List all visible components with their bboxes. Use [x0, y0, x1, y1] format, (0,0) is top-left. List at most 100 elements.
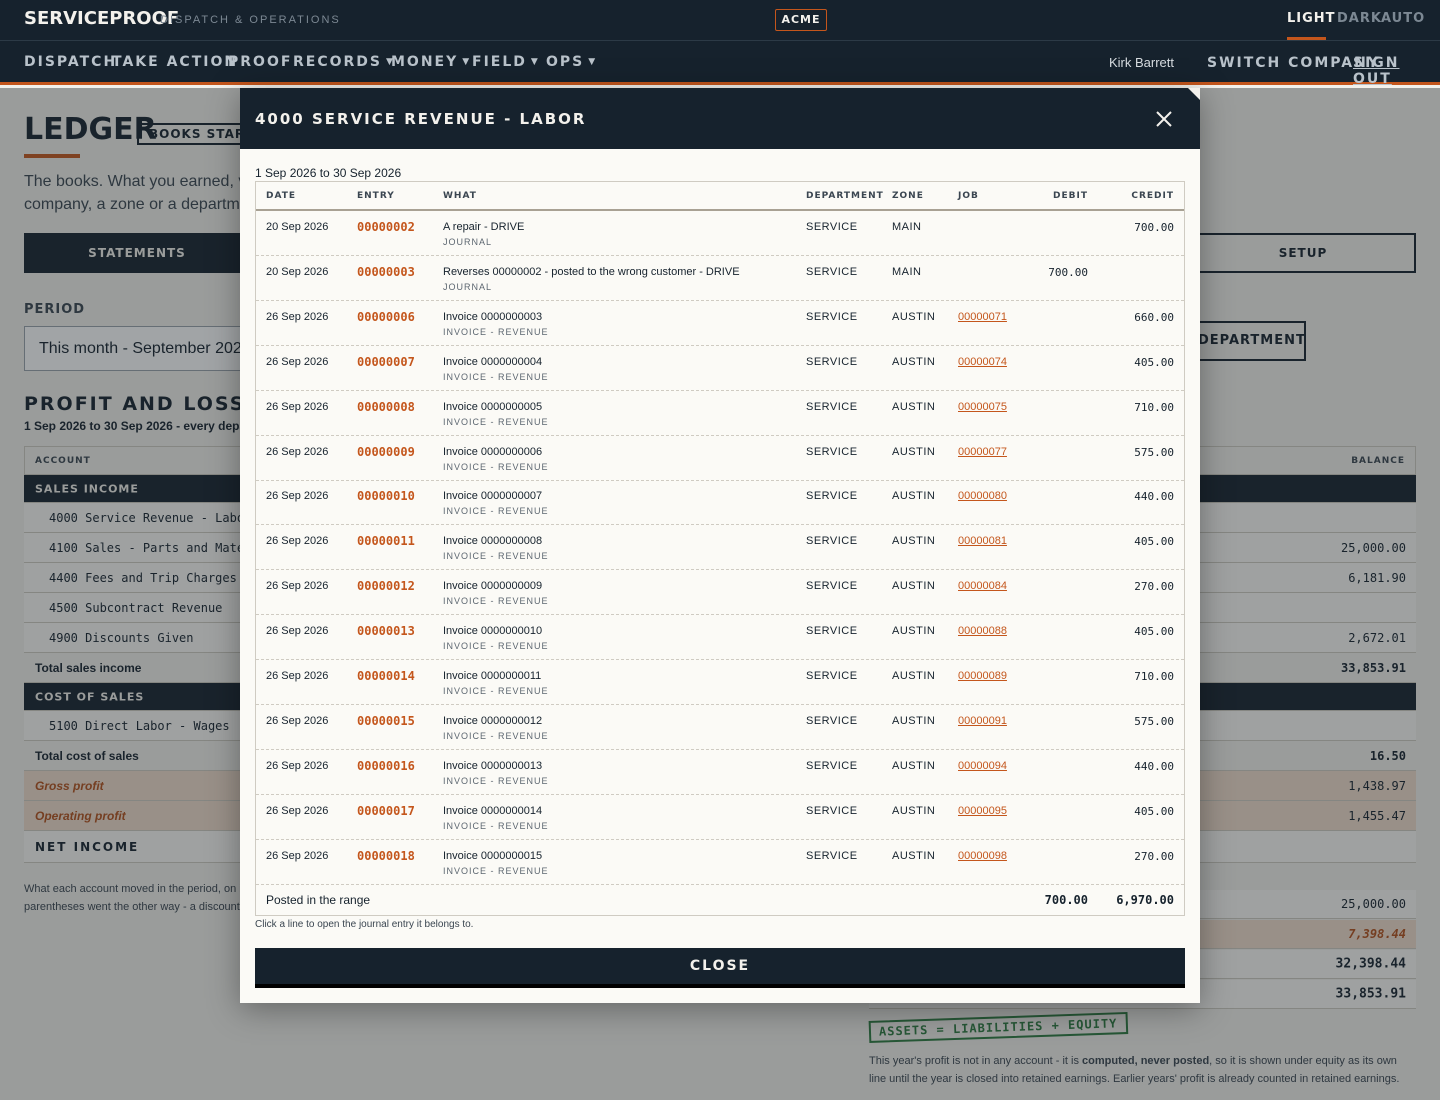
table-row[interactable]: 26 Sep 2026 00000016 Invoice 0000000013 INV… [256, 750, 1184, 795]
row-job-link[interactable]: 00000075 [958, 401, 1007, 413]
row-job-link[interactable]: 00000077 [958, 446, 1007, 458]
row-entry-link[interactable]: 00000003 [357, 265, 415, 279]
nav-take-action[interactable]: TAKE ACTION [112, 54, 238, 70]
row-date: 26 Sep 2026 [266, 310, 329, 323]
table-row[interactable]: 26 Sep 2026 00000015 Invoice 0000000012 INV… [256, 705, 1184, 750]
row-date: 26 Sep 2026 [266, 714, 329, 727]
nav-field[interactable]: FIELD ▼ [472, 54, 540, 70]
row-kind: INVOICE - REVENUE [443, 775, 549, 786]
row-job-link[interactable]: 00000091 [958, 715, 1007, 727]
row-department: SERVICE [806, 445, 858, 458]
nav-records[interactable]: RECORDS ▼ [293, 54, 395, 70]
row-kind: JOURNAL [443, 237, 493, 247]
row-job-link[interactable]: 00000088 [958, 625, 1007, 637]
main-nav: DISPATCH TAKE ACTION PROOF RECORDS ▼ MONE… [0, 41, 1440, 87]
nav-dispatch[interactable]: DISPATCH [24, 54, 117, 70]
row-entry-link[interactable]: 00000012 [357, 579, 415, 593]
account-detail-modal: 4000 SERVICE REVENUE - LABOR 1 Sep 2026 … [240, 88, 1200, 1003]
table-row[interactable]: 26 Sep 2026 00000010 Invoice 0000000007 INV… [256, 480, 1184, 526]
row-department: SERVICE [806, 535, 858, 548]
table-row[interactable]: 26 Sep 2026 00000012 Invoice 0000000009 INV… [256, 570, 1184, 616]
row-job-link[interactable]: 00000074 [958, 356, 1007, 368]
col-job: JOB [958, 191, 979, 201]
row-entry-link[interactable]: 00000006 [357, 310, 415, 324]
row-zone: AUSTIN [892, 445, 936, 458]
row-date: 26 Sep 2026 [266, 670, 329, 682]
nav-label: MONEY [391, 54, 459, 70]
table-row[interactable]: 26 Sep 2026 00000008 Invoice 0000000005 INV… [256, 391, 1184, 436]
theme-dark[interactable]: DARK [1337, 11, 1382, 26]
brand-logo[interactable]: SERVICEPROOF [24, 8, 179, 29]
col-debit: DEBIT [1053, 191, 1088, 201]
table-row[interactable]: 26 Sep 2026 00000011 Invoice 0000000008 INV… [256, 525, 1184, 571]
row-entry-link[interactable]: 00000007 [357, 355, 415, 369]
nav-money[interactable]: MONEY ▼ [391, 54, 471, 70]
row-department: SERVICE [806, 355, 858, 368]
modal-header: 4000 SERVICE REVENUE - LABOR [240, 88, 1200, 149]
table-row[interactable]: 26 Sep 2026 00000007 Invoice 0000000004 INV… [256, 346, 1184, 391]
row-entry-link[interactable]: 00000011 [357, 534, 415, 548]
row-entry-link[interactable]: 00000013 [357, 624, 415, 638]
table-row[interactable]: 26 Sep 2026 00000014 Invoice 0000000011 INV… [256, 660, 1184, 705]
theme-light[interactable]: LIGHT [1287, 11, 1336, 26]
row-credit: 405.00 [1134, 355, 1174, 369]
table-row[interactable]: 26 Sep 2026 00000018 Invoice 0000000015 INV… [256, 840, 1184, 885]
row-department: SERVICE [806, 400, 858, 413]
row-description: Invoice 0000000008 [443, 535, 543, 548]
row-entry-link[interactable]: 00000014 [357, 669, 415, 683]
row-zone: MAIN [892, 221, 922, 233]
row-department: SERVICE [806, 310, 858, 323]
nav-proof[interactable]: PROOF [228, 54, 292, 70]
row-entry-link[interactable]: 00000010 [357, 489, 415, 503]
row-job-link[interactable]: 00000080 [958, 490, 1007, 502]
row-entry-link[interactable]: 00000008 [357, 400, 415, 414]
table-row[interactable]: 20 Sep 2026 00000003 Reverses 00000002 - p… [256, 256, 1184, 301]
row-entry-link[interactable]: 00000002 [357, 220, 415, 234]
row-date: 26 Sep 2026 [266, 490, 329, 503]
nav-label: PROOF [228, 54, 293, 70]
theme-active-indicator [1287, 37, 1326, 40]
chevron-down-icon: ▼ [462, 57, 472, 67]
row-zone: AUSTIN [892, 580, 936, 593]
nav-label: TAKE ACTION [112, 54, 239, 70]
table-row[interactable]: 26 Sep 2026 00000013 Invoice 0000000010 INV… [256, 615, 1184, 661]
table-row[interactable]: 26 Sep 2026 00000009 Invoice 0000000006 INV… [256, 436, 1184, 481]
current-user: Kirk Barrett [1109, 55, 1175, 70]
row-credit: 575.00 [1134, 714, 1174, 728]
row-job-link[interactable]: 00000071 [958, 311, 1007, 323]
table-header-row: DATE ENTRY WHAT DEPARTMENT ZONE JOB DEBI… [256, 182, 1184, 211]
nav-ops[interactable]: OPS ▼ [546, 54, 597, 70]
row-entry-link[interactable]: 00000018 [357, 849, 415, 863]
row-zone: MAIN [892, 265, 922, 278]
row-zone: AUSTIN [892, 400, 936, 413]
row-department: SERVICE [806, 849, 858, 862]
row-zone: AUSTIN [892, 759, 936, 772]
row-job-link[interactable]: 00000094 [958, 760, 1007, 772]
row-entry-link[interactable]: 00000009 [357, 445, 415, 459]
row-entry-link[interactable]: 00000016 [357, 759, 415, 773]
table-row[interactable]: 20 Sep 2026 00000002 A repair - DRIVE JOURN… [256, 211, 1184, 256]
row-description: Invoice 0000000005 [443, 400, 543, 413]
company-badge[interactable]: ACME [775, 9, 827, 31]
close-button[interactable]: CLOSE [255, 948, 1185, 988]
row-kind: INVOICE - REVENUE [443, 416, 549, 427]
modal-title: 4000 SERVICE REVENUE - LABOR [255, 110, 587, 128]
row-job-link[interactable]: 00000098 [958, 850, 1007, 862]
row-kind: JOURNAL [443, 281, 493, 292]
row-kind: INVOICE - REVENUE [443, 371, 549, 382]
row-job-link[interactable]: 00000095 [958, 805, 1007, 817]
row-job-link[interactable]: 00000084 [958, 580, 1007, 592]
nav-label: FIELD [472, 54, 527, 70]
row-description: Invoice 0000000004 [443, 355, 543, 368]
close-icon[interactable] [1152, 107, 1176, 131]
row-entry-link[interactable]: 00000017 [357, 804, 415, 818]
row-credit: 440.00 [1134, 490, 1174, 504]
row-kind: INVOICE - REVENUE [443, 506, 549, 517]
table-row[interactable]: 26 Sep 2026 00000006 Invoice 0000000003 INV… [256, 301, 1184, 346]
table-row[interactable]: 26 Sep 2026 00000017 Invoice 0000000014 INV… [256, 795, 1184, 840]
theme-auto[interactable]: AUTO [1381, 11, 1425, 26]
row-job-link[interactable]: 00000089 [958, 670, 1007, 682]
row-entry-link[interactable]: 00000015 [357, 714, 415, 728]
row-job-link[interactable]: 00000081 [958, 535, 1007, 547]
sign-out-link[interactable]: SIGN OUT [1353, 55, 1440, 87]
